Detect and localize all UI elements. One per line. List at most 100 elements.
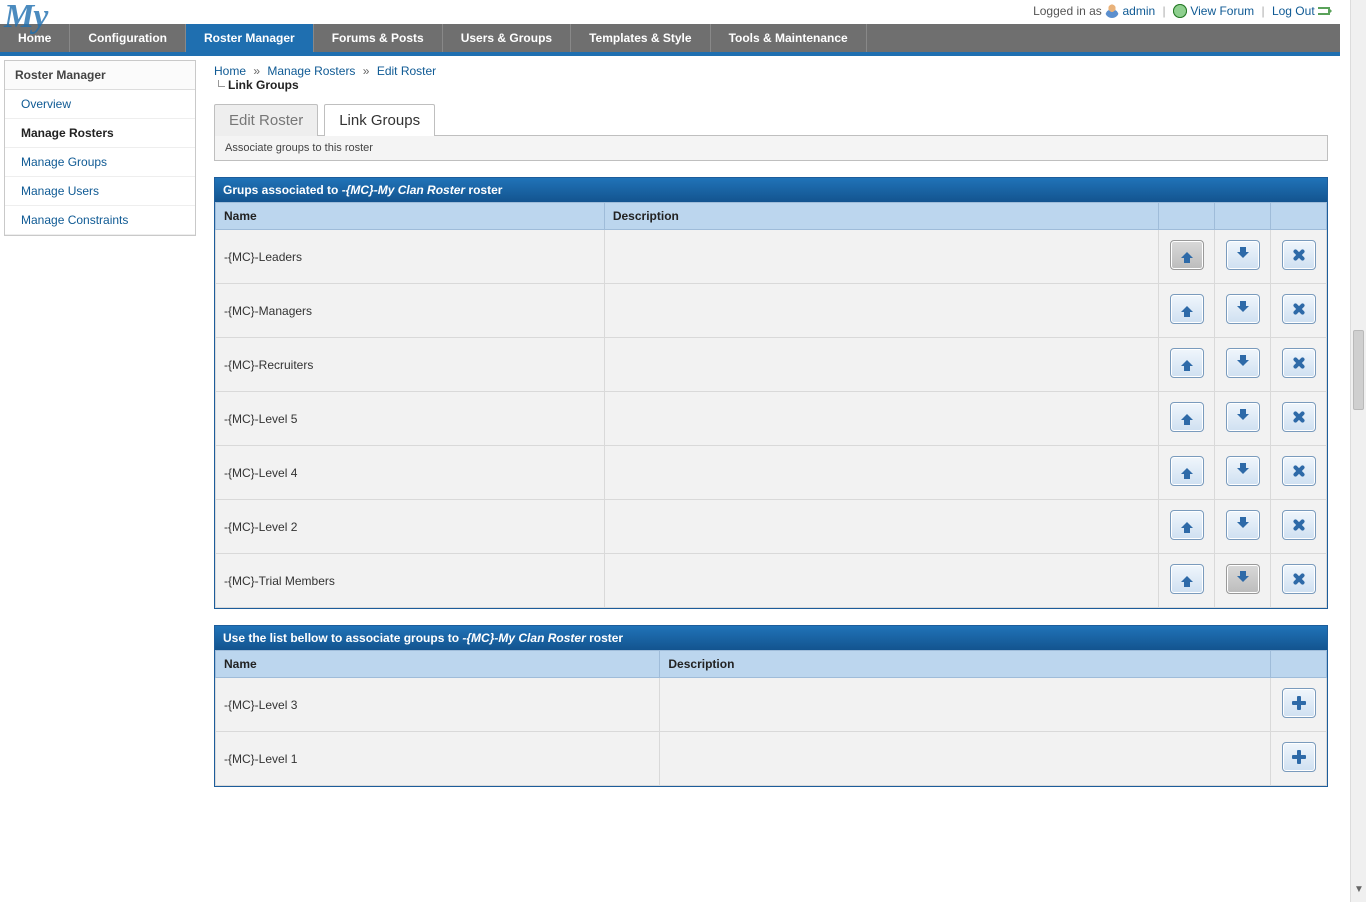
- cell-description: [604, 446, 1158, 500]
- arrow-up-icon: [1181, 516, 1193, 528]
- main-nav: HomeConfigurationRoster ManagerForums & …: [0, 24, 1340, 56]
- cell-description: [660, 678, 1271, 732]
- cell-description: [604, 554, 1158, 608]
- sidebar-item-manage-users[interactable]: Manage Users: [5, 177, 195, 205]
- remove-button[interactable]: [1282, 240, 1316, 270]
- scroll-down-icon[interactable]: ▼: [1354, 884, 1363, 898]
- table-row: -{MC}-Recruiters: [216, 338, 1327, 392]
- cell-name: -{MC}-Level 1: [216, 732, 660, 786]
- move-down-button[interactable]: [1226, 456, 1260, 486]
- arrow-up-icon: [1181, 300, 1193, 312]
- panel-title-prefix: Use the list bellow to associate groups …: [223, 631, 462, 645]
- move-up-button[interactable]: [1170, 456, 1204, 486]
- remove-button[interactable]: [1282, 348, 1316, 378]
- nav-tab-users-groups[interactable]: Users & Groups: [443, 24, 571, 52]
- col-name: Name: [216, 651, 660, 678]
- tab-link-groups[interactable]: Link Groups: [324, 104, 435, 136]
- remove-button[interactable]: [1282, 456, 1316, 486]
- crumb-manage-rosters[interactable]: Manage Rosters: [267, 64, 355, 78]
- plus-icon: [1292, 750, 1306, 764]
- move-up-button[interactable]: [1170, 564, 1204, 594]
- cell-name: -{MC}-Level 5: [216, 392, 605, 446]
- add-button[interactable]: [1282, 742, 1316, 772]
- col-remove: [1271, 203, 1327, 230]
- table-row: -{MC}-Trial Members: [216, 554, 1327, 608]
- col-name: Name: [216, 203, 605, 230]
- col-add: [1271, 651, 1327, 678]
- close-icon: [1292, 572, 1306, 586]
- col-up: [1159, 203, 1215, 230]
- nav-tab-forums-posts[interactable]: Forums & Posts: [314, 24, 443, 52]
- crumb-home[interactable]: Home: [214, 64, 246, 78]
- plus-icon: [1292, 696, 1306, 710]
- arrow-down-icon: [1237, 306, 1249, 318]
- arrow-up-icon: [1181, 462, 1193, 474]
- remove-button[interactable]: [1282, 294, 1316, 324]
- table-row: -{MC}-Level 4: [216, 446, 1327, 500]
- nav-tab-templates-style[interactable]: Templates & Style: [571, 24, 710, 52]
- cell-name: -{MC}-Trial Members: [216, 554, 605, 608]
- cell-description: [604, 284, 1158, 338]
- sidebar-item-manage-rosters[interactable]: Manage Rosters: [5, 119, 195, 147]
- table-row: -{MC}-Level 5: [216, 392, 1327, 446]
- move-down-button[interactable]: [1226, 294, 1260, 324]
- cell-name: -{MC}-Recruiters: [216, 338, 605, 392]
- tab-edit-roster[interactable]: Edit Roster: [214, 104, 318, 136]
- move-down-button[interactable]: [1226, 348, 1260, 378]
- user-bar: Logged in as admin | View Forum | Log Ou…: [0, 0, 1340, 24]
- panel-roster-name: -{MC}-My Clan Roster: [342, 183, 465, 197]
- cell-description: [604, 392, 1158, 446]
- table-row: -{MC}-Level 1: [216, 732, 1327, 786]
- breadcrumb: Home » Manage Rosters » Edit Roster Link…: [214, 64, 1328, 92]
- scrollbar[interactable]: ▼: [1350, 0, 1366, 902]
- move-up-button[interactable]: [1170, 510, 1204, 540]
- close-icon: [1292, 302, 1306, 316]
- arrow-down-icon: [1237, 468, 1249, 480]
- close-icon: [1292, 356, 1306, 370]
- add-button[interactable]: [1282, 688, 1316, 718]
- crumb-edit-roster[interactable]: Edit Roster: [377, 64, 436, 78]
- crumb-sep: »: [363, 64, 370, 78]
- available-groups-panel: Use the list bellow to associate groups …: [214, 625, 1328, 787]
- move-up-button[interactable]: [1170, 294, 1204, 324]
- move-up-button[interactable]: [1170, 348, 1204, 378]
- panel-title-suffix: roster: [586, 631, 623, 645]
- sidebar-title: Roster Manager: [5, 61, 195, 90]
- username-link[interactable]: admin: [1123, 4, 1156, 18]
- cell-description: [604, 338, 1158, 392]
- move-up-button[interactable]: [1170, 402, 1204, 432]
- cell-description: [660, 732, 1271, 786]
- col-description: Description: [604, 203, 1158, 230]
- panel-title-suffix: roster: [465, 183, 502, 197]
- close-icon: [1292, 248, 1306, 262]
- sidebar-item-manage-groups[interactable]: Manage Groups: [5, 148, 195, 176]
- remove-button[interactable]: [1282, 402, 1316, 432]
- move-down-button[interactable]: [1226, 402, 1260, 432]
- logged-in-label: Logged in as: [1033, 4, 1102, 18]
- logout-link[interactable]: Log Out: [1272, 4, 1315, 18]
- associated-groups-panel: Grups associated to -{MC}-My Clan Roster…: [214, 177, 1328, 609]
- remove-button[interactable]: [1282, 564, 1316, 594]
- table-row: -{MC}-Level 2: [216, 500, 1327, 554]
- scrollbar-thumb[interactable]: [1353, 330, 1364, 410]
- table-row: -{MC}-Leaders: [216, 230, 1327, 284]
- nav-tab-roster-manager[interactable]: Roster Manager: [186, 24, 314, 52]
- close-icon: [1292, 518, 1306, 532]
- arrow-down-icon: [1237, 414, 1249, 426]
- remove-button[interactable]: [1282, 510, 1316, 540]
- col-description: Description: [660, 651, 1271, 678]
- globe-icon: [1173, 4, 1187, 18]
- move-down-button[interactable]: [1226, 240, 1260, 270]
- table-row: -{MC}-Level 3: [216, 678, 1327, 732]
- arrow-up-icon: [1181, 408, 1193, 420]
- panel-header: Use the list bellow to associate groups …: [215, 626, 1327, 650]
- sidebar-item-overview[interactable]: Overview: [5, 90, 195, 118]
- nav-tab-configuration[interactable]: Configuration: [70, 24, 186, 52]
- nav-tab-home[interactable]: Home: [0, 24, 70, 52]
- nav-tab-tools-maintenance[interactable]: Tools & Maintenance: [711, 24, 867, 52]
- arrow-down-icon: [1237, 360, 1249, 372]
- view-forum-link[interactable]: View Forum: [1190, 4, 1254, 18]
- arrow-down-icon: [1237, 576, 1249, 588]
- move-down-button[interactable]: [1226, 510, 1260, 540]
- sidebar-item-manage-constraints[interactable]: Manage Constraints: [5, 206, 195, 234]
